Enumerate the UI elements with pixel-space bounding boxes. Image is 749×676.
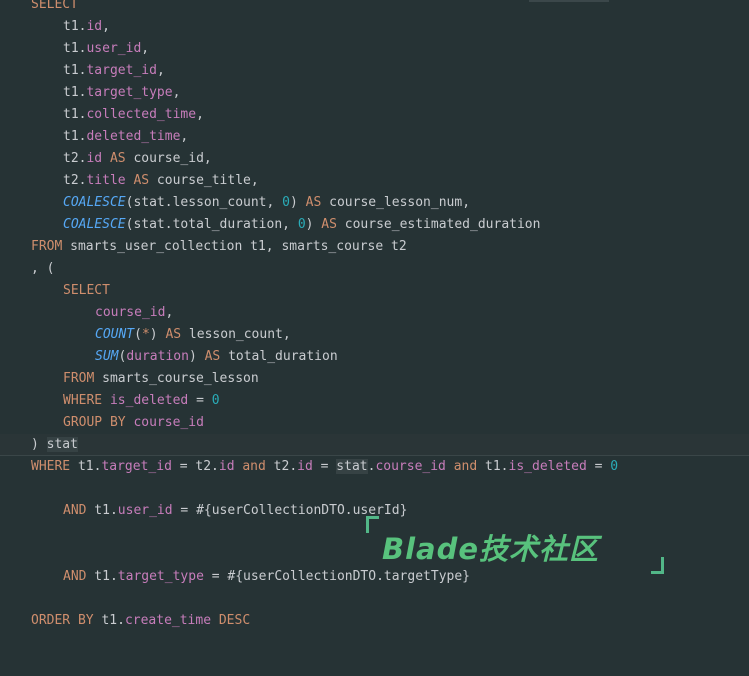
code-line[interactable]: FROM smarts_user_collection t1, smarts_c… — [0, 236, 749, 258]
code-line[interactable]: t1.deleted_time, — [0, 126, 749, 148]
code-line[interactable]: SELECT — [0, 0, 749, 16]
code-line[interactable]: COUNT(*) AS lesson_count, — [0, 324, 749, 346]
code-line[interactable]: COALESCE(stat.lesson_count, 0) AS course… — [0, 192, 749, 214]
code-line[interactable]: course_id, — [0, 302, 749, 324]
watermark-text: Blade技术社区 — [382, 532, 600, 566]
code-line[interactable]: WHERE t1.target_id = t2.id and t2.id = s… — [0, 456, 749, 478]
code-line[interactable]: SUM(duration) AS total_duration — [0, 346, 749, 368]
code-line[interactable]: FROM smarts_course_lesson — [0, 368, 749, 390]
code-editor[interactable]: SELECT t1.id, t1.user_id, t1.target_id, … — [0, 0, 749, 636]
code-line[interactable]: t1.id, — [0, 16, 749, 38]
code-line[interactable]: t1.user_id, — [0, 38, 749, 60]
code-text: SELECT — [31, 0, 78, 12]
code-line[interactable]: t2.id AS course_id, — [0, 148, 749, 170]
code-line-current[interactable]: ) stat — [0, 434, 749, 456]
code-line[interactable]: , ( — [0, 258, 749, 280]
code-line[interactable]: t1.target_id, — [0, 60, 749, 82]
code-line[interactable]: COALESCE(stat.total_duration, 0) AS cour… — [0, 214, 749, 236]
watermark-bracket-left — [366, 516, 379, 533]
code-line[interactable]: ORDER BY t1.create_time DESC — [0, 610, 749, 632]
code-line[interactable]: WHERE is_deleted = 0 — [0, 390, 749, 412]
code-line[interactable]: t1.target_type, — [0, 82, 749, 104]
watermark-bracket-right — [651, 557, 664, 574]
code-line[interactable]: t2.title AS course_title, — [0, 170, 749, 192]
code-line[interactable]: t1.collected_time, — [0, 104, 749, 126]
code-line[interactable]: GROUP BY course_id — [0, 412, 749, 434]
watermark: Blade技术社区 — [366, 516, 666, 578]
code-line[interactable]: SELECT — [0, 280, 749, 302]
